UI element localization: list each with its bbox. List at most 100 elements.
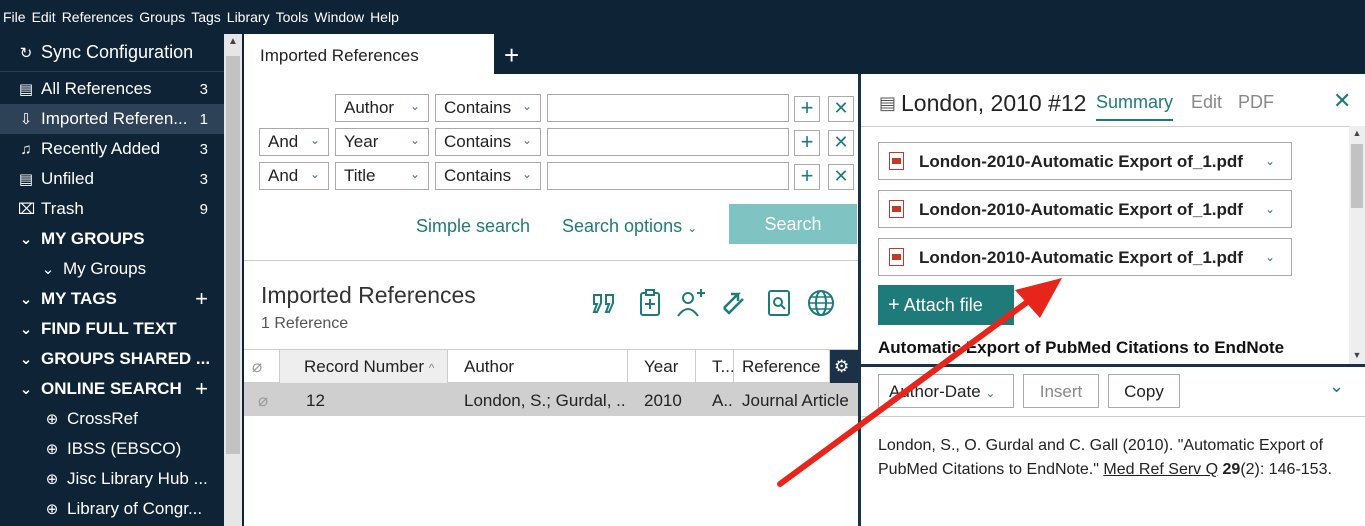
- remove-row-button[interactable]: ✕: [828, 164, 854, 190]
- share-arrow-icon[interactable]: [718, 286, 752, 320]
- find-full-text-icon[interactable]: [762, 286, 796, 320]
- new-reference-icon[interactable]: [633, 286, 667, 320]
- sidebar-header-label: ONLINE SEARCH: [41, 379, 182, 398]
- chevron-down-icon: ⌄: [985, 386, 996, 400]
- citation-pages: (2): 146-153.: [1240, 461, 1332, 478]
- pdf-attachment[interactable]: London-2010-Automatic Export of_1.pdf ⌄: [878, 190, 1292, 228]
- citation-style-select[interactable]: Author-Date ⌄: [878, 374, 1014, 408]
- sidebar-item-library-of-congress[interactable]: ⊕ Library of Congr...: [0, 494, 224, 524]
- menu-tools[interactable]: Tools: [276, 9, 309, 25]
- reference-detail-panel: ▤ London, 2010 #12 Summary Edit PDF ✕ Lo…: [861, 74, 1365, 526]
- menu-file[interactable]: File: [3, 9, 26, 25]
- scroll-down-icon[interactable]: ▼: [1349, 350, 1365, 360]
- search-button[interactable]: Search: [729, 204, 857, 244]
- search-field-select[interactable]: Title ⌄: [335, 162, 429, 190]
- add-online-search-icon[interactable]: +: [195, 376, 208, 402]
- attachment-column-icon[interactable]: ⌀: [244, 350, 280, 383]
- select-value: Contains: [444, 98, 512, 117]
- sidebar-scrollbar-thumb[interactable]: [226, 56, 240, 454]
- select-value: Contains: [444, 166, 512, 185]
- search-field-select[interactable]: Year ⌄: [335, 128, 429, 156]
- column-settings-gear-icon[interactable]: ⚙: [830, 350, 858, 383]
- search-field-select[interactable]: Author ⌄: [335, 94, 429, 122]
- sidebar-header-my-tags[interactable]: ⌄ MY TAGS +: [0, 284, 224, 314]
- add-row-button[interactable]: +: [794, 96, 820, 122]
- divider: [861, 126, 1365, 127]
- chevron-down-icon: ⌄: [19, 351, 33, 368]
- sidebar-item-label: My Groups: [63, 259, 147, 278]
- menu-groups[interactable]: Groups: [139, 9, 185, 25]
- menu-help[interactable]: Help: [370, 9, 399, 25]
- scroll-up-icon[interactable]: ▲: [1349, 128, 1365, 138]
- sidebar-item-recently-added[interactable]: ♫ Recently Added 3: [0, 134, 224, 164]
- add-row-button[interactable]: +: [794, 164, 820, 190]
- column-title[interactable]: T...: [696, 350, 734, 383]
- remove-row-button[interactable]: ✕: [828, 130, 854, 156]
- chevron-down-icon: ⌄: [1264, 154, 1275, 168]
- column-author[interactable]: Author: [448, 350, 628, 383]
- column-record-number[interactable]: Record Number ^: [280, 350, 448, 383]
- menu-window[interactable]: Window: [314, 9, 364, 25]
- sidebar-item-crossref[interactable]: ⊕ CrossRef: [0, 404, 224, 434]
- globe-icon: ⊕: [45, 411, 59, 428]
- search-input[interactable]: [547, 162, 789, 190]
- quote-icon[interactable]: [588, 286, 622, 320]
- tab-summary[interactable]: Summary: [1096, 92, 1174, 121]
- add-user-icon[interactable]: [674, 286, 708, 320]
- new-tab-icon[interactable]: +: [504, 40, 519, 71]
- column-year[interactable]: Year: [628, 350, 696, 383]
- sidebar-item-count: 3: [199, 80, 208, 98]
- search-input[interactable]: [547, 94, 789, 122]
- scroll-up-icon[interactable]: ▲: [226, 36, 240, 47]
- detail-scrollbar[interactable]: ▲ ▼: [1349, 126, 1365, 364]
- detail-scrollbar-thumb[interactable]: [1351, 144, 1363, 208]
- sidebar-item-count: 9: [199, 200, 208, 218]
- table-row[interactable]: ⌀ 12 London, S.; Gurdal, ... 2010 A.. Jo…: [244, 383, 858, 416]
- sidebar-item-ibss[interactable]: ⊕ IBSS (EBSCO): [0, 434, 224, 464]
- pdf-attachment[interactable]: London-2010-Automatic Export of_1.pdf ⌄: [878, 238, 1292, 276]
- sidebar-item-imported-references[interactable]: ⇩ Imported Referen... 1: [0, 104, 224, 134]
- search-options-link[interactable]: Search options ⌄: [562, 216, 697, 237]
- column-reference-type[interactable]: Reference: [734, 350, 830, 383]
- panel-divider[interactable]: [861, 364, 1365, 367]
- close-icon[interactable]: ✕: [1333, 88, 1351, 114]
- sidebar-header-my-groups[interactable]: ⌄ MY GROUPS: [0, 224, 224, 254]
- menu-library[interactable]: Library: [227, 9, 270, 25]
- tab-label: Imported References: [260, 46, 419, 65]
- sidebar-item-all-references[interactable]: ▤ All References 3: [0, 74, 224, 104]
- search-bool-select[interactable]: And ⌄: [259, 128, 329, 156]
- search-bool-select[interactable]: And ⌄: [259, 162, 329, 190]
- copy-button[interactable]: Copy: [1108, 374, 1180, 408]
- search-operator-select[interactable]: Contains ⌄: [435, 162, 541, 190]
- search-operator-select[interactable]: Contains ⌄: [435, 128, 541, 156]
- menu-references[interactable]: References: [62, 9, 134, 25]
- sidebar-item-trash[interactable]: ⌧ Trash 9: [0, 194, 224, 224]
- sidebar-header-find-full-text[interactable]: ⌄ FIND FULL TEXT: [0, 314, 224, 344]
- globe-icon[interactable]: [804, 286, 838, 320]
- menu-tags[interactable]: Tags: [191, 9, 221, 25]
- pdf-attachment[interactable]: London-2010-Automatic Export of_1.pdf ⌄: [878, 142, 1292, 180]
- menu-edit[interactable]: Edit: [32, 9, 56, 25]
- tab-pdf[interactable]: PDF: [1238, 92, 1274, 113]
- simple-search-link[interactable]: Simple search: [416, 216, 530, 237]
- sync-configuration[interactable]: ↻ Sync Configuration: [0, 34, 224, 72]
- remove-row-button[interactable]: ✕: [828, 96, 854, 122]
- search-operator-select[interactable]: Contains ⌄: [435, 94, 541, 122]
- add-tag-icon[interactable]: +: [195, 286, 208, 312]
- sidebar-header-groups-shared[interactable]: ⌄ GROUPS SHARED ...: [0, 344, 224, 374]
- globe-icon: ⊕: [45, 471, 59, 488]
- search-input[interactable]: [547, 128, 789, 156]
- attach-file-button[interactable]: + Attach file: [878, 285, 1014, 325]
- sidebar-header-online-search[interactable]: ⌄ ONLINE SEARCH +: [0, 374, 224, 404]
- tab-edit[interactable]: Edit: [1191, 92, 1222, 113]
- pdf-filename: London-2010-Automatic Export of_1.pdf: [919, 152, 1243, 171]
- sidebar-item-my-groups[interactable]: ⌄ My Groups: [0, 254, 224, 284]
- reference-title: London, 2010 #12: [901, 90, 1087, 116]
- sidebar-item-jisc[interactable]: ⊕ Jisc Library Hub ...: [0, 464, 224, 494]
- chevron-down-icon[interactable]: ⌄: [1329, 376, 1344, 397]
- cell-year: 2010: [644, 391, 682, 410]
- add-row-button[interactable]: +: [794, 130, 820, 156]
- tab-imported-references[interactable]: Imported References: [244, 34, 494, 74]
- sidebar-item-unfiled[interactable]: ▤ Unfiled 3: [0, 164, 224, 194]
- insert-button[interactable]: Insert: [1023, 374, 1099, 408]
